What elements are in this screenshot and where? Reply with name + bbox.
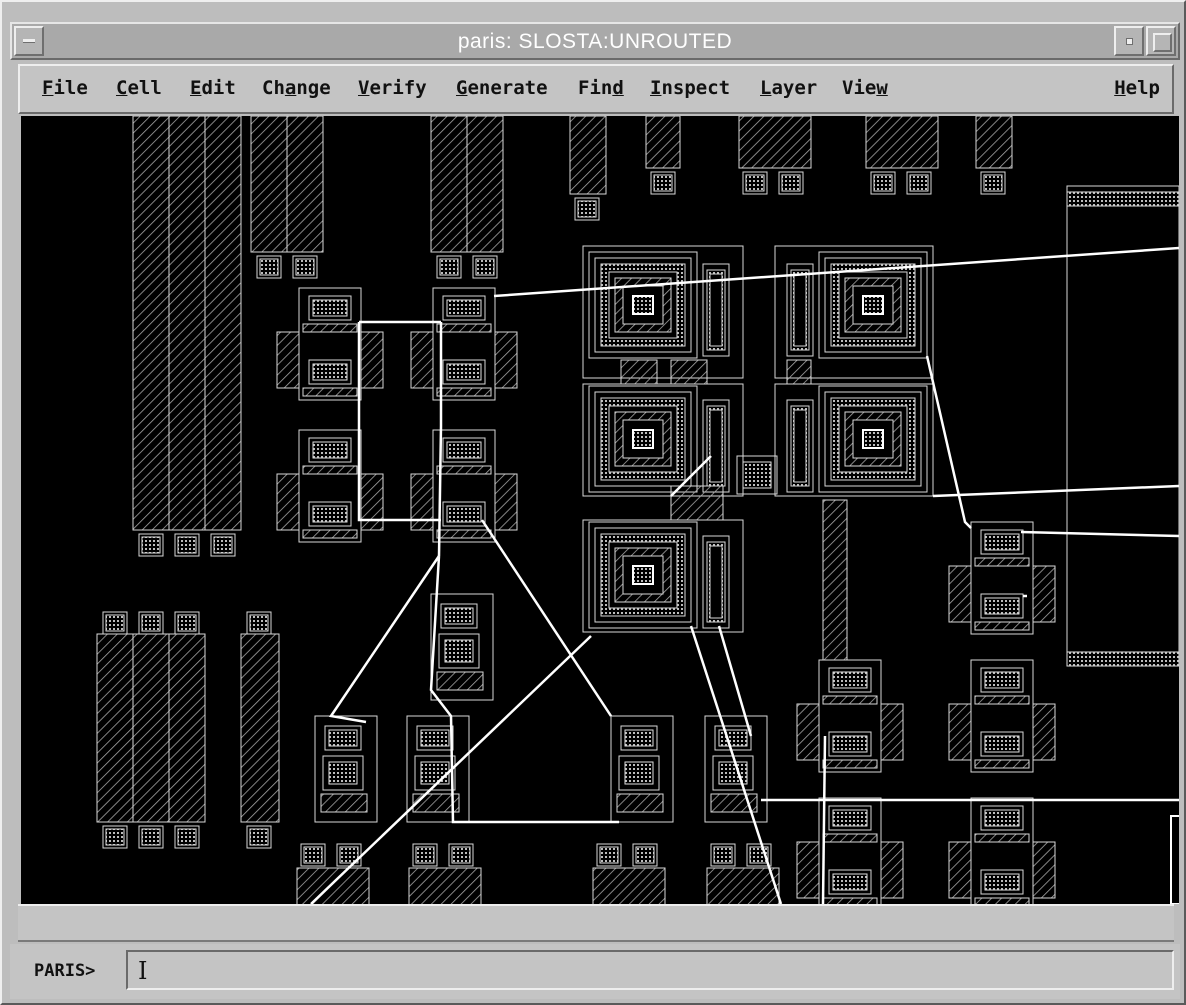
menu-help[interactable]: Help [1114, 77, 1160, 99]
menu-layer[interactable]: Layer [760, 77, 817, 99]
command-input[interactable] [126, 950, 1174, 990]
command-prompt-label: PARIS> [34, 961, 96, 981]
menu-file[interactable]: File [42, 77, 88, 99]
menu-generate[interactable]: Generate [456, 77, 548, 99]
menu-view[interactable]: View [842, 77, 888, 99]
layout-view[interactable] [21, 116, 1179, 904]
application-window: paris: SLOSTA:UNROUTED File Cell Edit Chang… [0, 0, 1186, 1005]
menu-inspect[interactable]: Inspect [650, 77, 730, 99]
minimize-button[interactable] [1114, 26, 1144, 56]
layout-canvas[interactable] [21, 116, 1179, 904]
command-line: PARIS> I [10, 944, 1180, 999]
title-bar[interactable]: paris: SLOSTA:UNROUTED [10, 22, 1180, 60]
menu-bar: File Cell Edit Change Verify Generate Find Insp… [18, 64, 1174, 114]
menu-edit[interactable]: Edit [190, 77, 236, 99]
maximize-button[interactable] [1146, 26, 1176, 56]
status-bar [18, 904, 1174, 942]
menu-verify[interactable]: Verify [358, 77, 427, 99]
menu-cell[interactable]: Cell [116, 77, 162, 99]
menu-change[interactable]: Change [262, 77, 331, 99]
window-title: paris: SLOSTA:UNROUTED [457, 30, 733, 53]
menu-find[interactable]: Find [578, 77, 624, 99]
